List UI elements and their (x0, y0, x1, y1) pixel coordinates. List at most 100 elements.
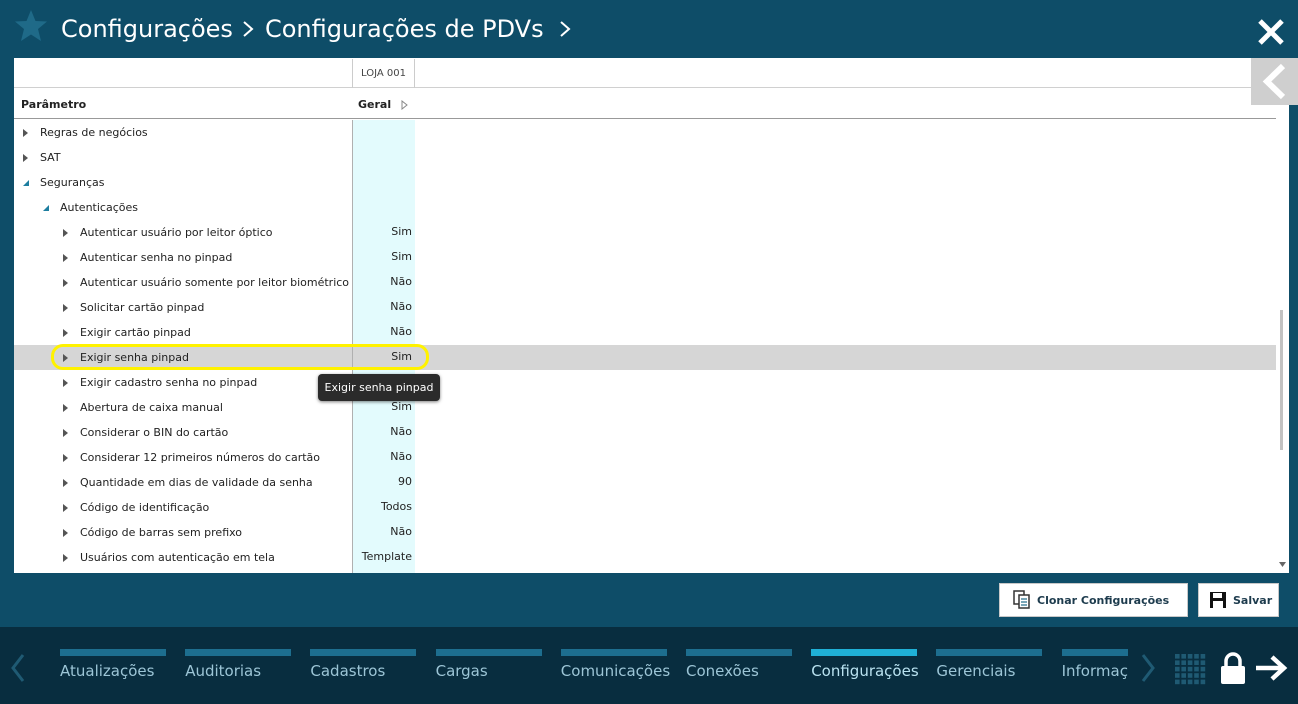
table-row[interactable]: Regras de negócios (14, 120, 1276, 145)
table-row[interactable]: Autenticar senha no pinpad Sim (14, 245, 1276, 270)
store-header-bar: LOJA 001 (14, 58, 1289, 88)
row-label: Autenticar usuário por leitor óptico (80, 226, 273, 239)
table-row[interactable]: Abertura de caixa manual Sim (14, 395, 1276, 420)
save-button[interactable]: Salvar (1198, 583, 1279, 617)
table-row[interactable]: Exigir cartão pinpad Não (14, 320, 1276, 345)
nav-tab-label: Informações (1061, 662, 1128, 680)
clone-configurations-button[interactable]: Clonar Configurações (999, 583, 1188, 617)
nav-tab-bar (686, 649, 792, 656)
table-row[interactable]: Seguranças (14, 170, 1276, 195)
nav-tab[interactable]: Cadastros (310, 649, 417, 689)
nav-tab-bar (560, 649, 667, 656)
nav-tab[interactable]: Conexões (686, 649, 792, 689)
store-column-header[interactable]: LOJA 001 (352, 59, 415, 88)
row-label: Autenticar usuário somente por leitor bi… (80, 276, 350, 289)
lock-icon[interactable] (1220, 651, 1246, 685)
row-value[interactable]: Não (352, 425, 412, 438)
column-header-parametro[interactable]: Parâmetro (21, 98, 86, 111)
expand-triangle-icon[interactable] (23, 129, 29, 137)
table-row[interactable]: Autenticações (14, 195, 1276, 220)
row-value[interactable]: Não (352, 525, 412, 538)
row-value[interactable]: Não (352, 275, 412, 288)
row-value[interactable]: Template (352, 550, 412, 563)
row-value[interactable]: 90 (352, 475, 412, 488)
expand-triangle-icon[interactable] (63, 304, 69, 312)
bottom-navigation: Atualizações Auditorias Cadastros Cargas Com… (0, 627, 1298, 704)
star-icon[interactable] (14, 9, 48, 43)
table-row[interactable]: Exigir cadastro senha no pinpad (14, 370, 1276, 395)
table-row[interactable]: Considerar o BIN do cartão Não (14, 420, 1276, 445)
nav-tab-bar (60, 649, 166, 656)
row-value[interactable]: Todos (352, 500, 412, 513)
grid-icon[interactable] (1174, 653, 1206, 685)
expand-triangle-icon[interactable] (63, 279, 69, 287)
expand-triangle-icon[interactable] (63, 479, 69, 487)
expand-triangle-icon[interactable] (63, 379, 69, 387)
collapse-panel-button[interactable] (1251, 58, 1298, 105)
nav-tab[interactable]: Informações (1061, 649, 1128, 689)
nav-prev-icon[interactable] (10, 653, 26, 683)
expand-triangle-icon[interactable] (63, 454, 69, 462)
table-row[interactable]: Código de barras sem prefixo Não (14, 520, 1276, 545)
nav-tab[interactable]: Atualizações (60, 649, 166, 689)
chevron-left-icon (1262, 63, 1286, 100)
nav-next-icon[interactable] (1140, 653, 1156, 683)
nav-tab[interactable]: Cargas (435, 649, 542, 689)
table-row[interactable]: Código de identificação Todos (14, 495, 1276, 520)
collapse-triangle-icon[interactable] (43, 204, 49, 212)
nav-tab-bar (936, 649, 1043, 656)
table-row[interactable]: Autenticar usuário por leitor óptico Sim (14, 220, 1276, 245)
collapse-triangle-icon[interactable] (23, 179, 29, 187)
row-value[interactable]: Não (352, 450, 412, 463)
breadcrumb-item-configuracoes[interactable]: Configurações (61, 15, 233, 43)
breadcrumb-item-pdvs[interactable]: Configurações de PDVs (265, 15, 544, 43)
table-row[interactable]: Autenticar usuário somente por leitor bi… (14, 270, 1276, 295)
row-value[interactable]: Sim (352, 250, 412, 263)
nav-tab[interactable]: Auditorias (185, 649, 292, 689)
row-value[interactable]: Sim (352, 225, 412, 238)
expand-triangle-icon[interactable] (63, 504, 69, 512)
nav-tab-label: Comunicações (560, 662, 671, 680)
expand-triangle-icon[interactable] (63, 429, 69, 437)
table-row[interactable]: Considerar 12 primeiros números do cartã… (14, 445, 1276, 470)
column-header-geral[interactable]: Geral (358, 98, 391, 111)
row-label: Autenticações (60, 201, 138, 214)
chevron-right-icon (243, 21, 254, 37)
expand-triangle-icon[interactable] (63, 554, 69, 562)
scroll-down-icon[interactable] (1279, 562, 1286, 567)
vertical-scrollbar[interactable] (1276, 58, 1289, 573)
nav-tab[interactable]: Configurações (811, 649, 919, 689)
table-row[interactable]: Solicitar cartão pinpad Não (14, 295, 1276, 320)
table-row[interactable]: Quantidade em dias de validade da senha 9… (14, 470, 1276, 495)
row-value[interactable]: Não (352, 325, 412, 338)
close-icon[interactable] (1257, 18, 1285, 46)
nav-tab-label: Atualizações (60, 662, 155, 680)
nav-tab-label: Gerenciais (936, 662, 1016, 680)
table-row[interactable]: SAT (14, 145, 1276, 170)
expand-triangle-icon[interactable] (63, 404, 69, 412)
expand-column-icon[interactable] (401, 100, 408, 110)
nav-tab-label: Cargas (435, 662, 488, 680)
expand-triangle-icon[interactable] (23, 154, 29, 162)
save-label: Salvar (1233, 593, 1273, 607)
table-row[interactable]: Usuários com autenticação em tela Templat… (14, 545, 1276, 570)
row-label: Considerar 12 primeiros números do cartã… (80, 451, 321, 464)
expand-triangle-icon[interactable] (63, 529, 69, 537)
expand-triangle-icon[interactable] (63, 329, 69, 337)
expand-triangle-icon[interactable] (63, 229, 69, 237)
expand-triangle-icon[interactable] (63, 254, 69, 262)
nav-tab[interactable]: Gerenciais (936, 649, 1043, 689)
header-bar: Configurações Configurações de PDVs (0, 0, 1298, 58)
row-label: Solicitar cartão pinpad (80, 301, 205, 314)
arrow-right-icon[interactable] (1254, 655, 1288, 681)
nav-tab[interactable]: Comunicações (560, 649, 671, 689)
nav-tabs: Atualizações Auditorias Cadastros Cargas Com… (60, 627, 1128, 704)
row-value[interactable]: Não (352, 300, 412, 313)
scrollbar-thumb[interactable] (1280, 310, 1283, 450)
chevron-right-icon[interactable] (558, 19, 572, 39)
row-label: Exigir cartão pinpad (80, 326, 191, 339)
row-value[interactable]: Sim (352, 400, 412, 413)
row-label: Seguranças (40, 176, 105, 189)
clone-configurations-label: Clonar Configurações (1037, 593, 1170, 607)
nav-tab-label: Auditorias (185, 662, 262, 680)
